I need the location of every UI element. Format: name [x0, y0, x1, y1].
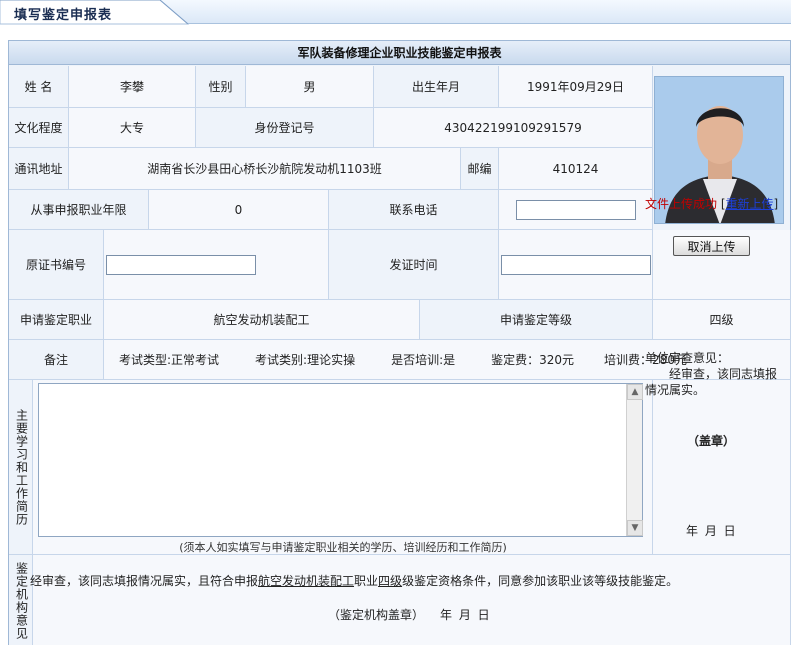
occupation-value: 航空发动机装配工 [104, 300, 420, 340]
issue-time-input[interactable] [500, 254, 651, 275]
years-label: 从事申报职业年限 [9, 190, 149, 230]
study-label-char: 主要学习和工作简历 [14, 409, 29, 526]
agency-cell [33, 555, 791, 645]
reupload-link[interactable]: 重新上传 [726, 197, 774, 211]
upload-status: 文件上传成功 [重新上传] [645, 197, 779, 211]
remark-fee: 鉴定费：320元 [491, 353, 575, 367]
level-value: 四级 [653, 300, 791, 340]
study-label: 主要学习和工作简历 [9, 380, 33, 555]
birth-value: 1991年09月29日 [499, 66, 653, 108]
unit-date: 年 月 日 [686, 524, 736, 538]
birth-label: 出生年月 [374, 66, 499, 108]
years-value: 0 [149, 190, 329, 230]
tab-bar: 填写鉴定申报表 [0, 0, 791, 25]
remark-exam-category: 考试类别:理论实操 [255, 353, 356, 367]
agency-stamp: （鉴定机构盖章） [328, 608, 425, 622]
agency-label: 鉴定机构意见 [9, 555, 33, 645]
unit-opinion: 单位审查意见： 经审查，该同志填报情况属实。 [645, 350, 781, 398]
gender-value: 男 [246, 66, 374, 108]
level-label: 申请鉴定等级 [420, 300, 653, 340]
study-scrollbar[interactable]: ▲ ▼ [626, 384, 643, 536]
agency-level: 四级 [378, 574, 403, 588]
agency-text-3: 级鉴定资格条件，同意参加该职业该等级技能鉴定。 [402, 574, 679, 588]
scroll-down-icon[interactable]: ▼ [627, 520, 643, 536]
agency-text-1: 经审查，该同志填报情况属实，且符合申报 [30, 574, 259, 588]
phone-input[interactable] [515, 199, 636, 220]
agency-date: 年 月 日 [440, 608, 490, 622]
remark-label: 备注 [9, 340, 104, 380]
name-value: 李攀 [69, 66, 196, 108]
cancel-upload-button[interactable]: 取消上传 [673, 236, 750, 256]
cert-no-input[interactable] [106, 254, 256, 275]
remark-exam-type: 考试类型:正常考试 [119, 353, 220, 367]
id-value: 430422199109291579 [374, 108, 653, 148]
zip-label: 邮编 [461, 148, 499, 190]
phone-label: 联系电话 [329, 190, 499, 230]
education-value: 大专 [69, 108, 196, 148]
address-value: 湖南省长沙县田心桥长沙航院发动机1103班 [69, 148, 461, 190]
zip-value: 410124 [499, 148, 653, 190]
occupation-label: 申请鉴定职业 [9, 300, 104, 340]
agency-text-2: 职业 [354, 574, 379, 588]
address-label: 通讯地址 [9, 148, 69, 190]
agency-opinion-text: 经审查，该同志填报情况属实，且符合申报航空发动机装配工职业四级级鉴定资格条件，同… [30, 572, 678, 589]
application-form: 军队装备修理企业职业技能鉴定申报表 姓 名 李攀 性别 男 出生年月 1991年… [8, 40, 791, 645]
gender-label: 性别 [196, 66, 246, 108]
tab-title: 填写鉴定申报表 [14, 8, 113, 23]
form-caption: 军队装备修理企业职业技能鉴定申报表 [9, 41, 790, 65]
issue-time-cell [499, 230, 653, 300]
cert-no-label: 原证书编号 [9, 230, 104, 300]
agency-occupation: 航空发动机装配工 [258, 574, 355, 588]
study-note: (须本人如实填写与申请鉴定职业相关的学历、培训经历和工作简历) [179, 541, 507, 554]
unit-opinion-text: 经审查，该同志填报情况属实。 [645, 367, 778, 397]
cert-no-cell [104, 230, 329, 300]
phone-cell [499, 190, 653, 230]
unit-opinion-title: 单位审查意见： [645, 351, 730, 365]
education-label: 文化程度 [9, 108, 69, 148]
study-textarea[interactable] [38, 383, 643, 537]
unit-stamp: （盖章） [687, 434, 736, 448]
agency-label-text: 鉴定机构意见 [14, 561, 29, 640]
remark-training: 是否培训:是 [391, 353, 456, 367]
name-label: 姓 名 [9, 66, 69, 108]
tab-fill-form[interactable]: 填写鉴定申报表 [0, 0, 190, 25]
upload-success-text: 文件上传成功 [645, 197, 718, 211]
id-label: 身份登记号 [196, 108, 374, 148]
issue-time-label: 发证时间 [329, 230, 499, 300]
scroll-up-icon[interactable]: ▲ [627, 384, 643, 400]
